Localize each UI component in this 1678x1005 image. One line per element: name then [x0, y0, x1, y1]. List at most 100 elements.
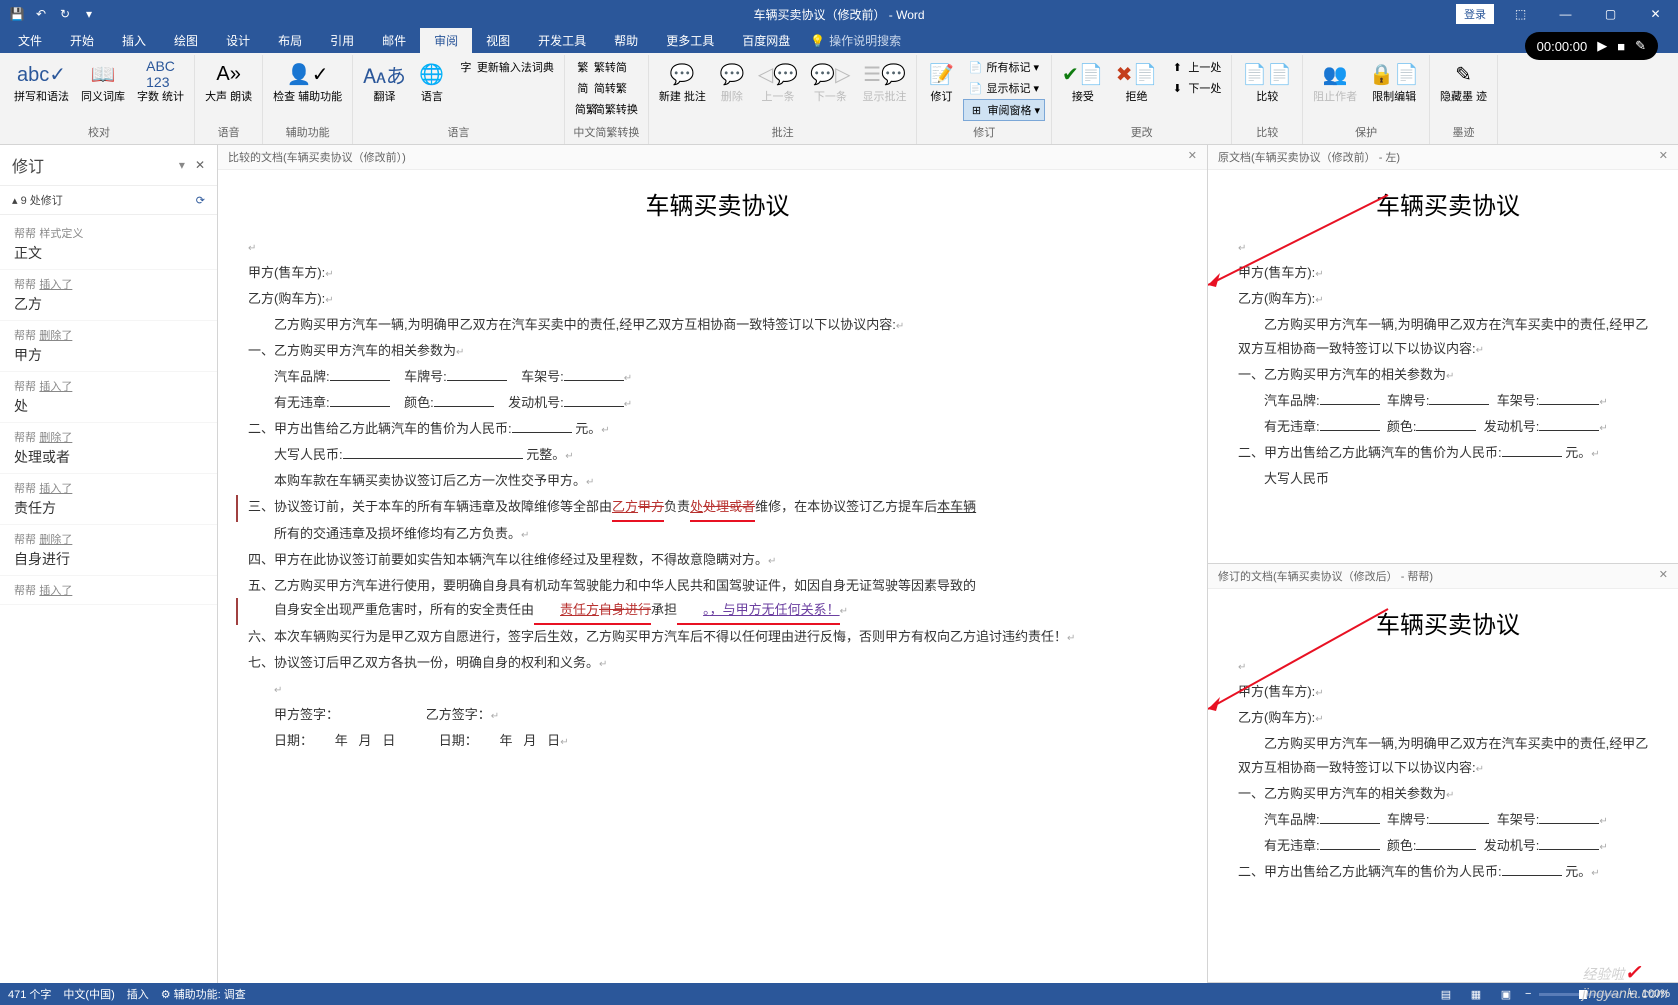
chevron-down-icon[interactable]: ▾ [179, 158, 185, 172]
compare-document-pane: 比较的文档(车辆买卖协议（修改前）) ✕ 车辆买卖协议 ↵ 甲方(售车方):↵ … [218, 145, 1208, 983]
maximize-icon[interactable]: ▢ [1588, 0, 1633, 28]
view-focus-icon[interactable]: ▤ [1435, 988, 1457, 1001]
reject-button[interactable]: ✖📄拒绝 [1112, 57, 1162, 105]
expand-icon[interactable]: ▴ [12, 195, 18, 207]
ink-icon: ✎ [1455, 59, 1472, 89]
recorder-edit-icon[interactable]: ✎ [1635, 38, 1646, 54]
compare-document-body[interactable]: 车辆买卖协议 ↵ 甲方(售车方):↵ 乙方(购车方):↵ 乙方购买甲方汽车一辆,… [218, 170, 1207, 983]
up-icon: ⬆ [1169, 61, 1185, 74]
undo-icon[interactable]: ↶ [30, 3, 52, 25]
revised-close-icon[interactable]: ✕ [1659, 568, 1668, 584]
revisions-pane: 修订 ▾ ✕ ▴ 9 处修订 ⟳ 帮帮 样式定义正文 帮帮 插入了乙方 帮帮 删… [0, 145, 218, 983]
close-icon[interactable]: ✕ [1633, 0, 1678, 28]
redo-icon[interactable]: ↻ [54, 3, 76, 25]
new-comment-button[interactable]: 💬新建 批注 [655, 57, 710, 105]
ribbon-options-icon[interactable]: ⬚ [1498, 0, 1543, 28]
display-dropdown[interactable]: 📄所有标记 ▾ [963, 57, 1045, 77]
track-changes-button[interactable]: 📝修订 [923, 57, 959, 105]
group-accessibility: 👤✓检查 辅助功能 辅助功能 [263, 55, 353, 144]
prev-comment-button[interactable]: ◁💬上一条 [754, 57, 802, 105]
tab-devtools[interactable]: 开发工具 [524, 28, 600, 53]
recorder-play-icon[interactable]: ▶ [1597, 38, 1607, 54]
accept-button[interactable]: ✔📄接受 [1058, 57, 1108, 105]
t2s-icon: 简 [575, 80, 591, 96]
tell-me-search[interactable]: 💡 操作说明搜索 [810, 28, 901, 53]
next-change-button[interactable]: ⬇下一处 [1165, 78, 1225, 98]
tab-help[interactable]: 帮助 [600, 28, 652, 53]
window-title: 车辆买卖协议（修改前） - Word [753, 6, 924, 23]
show-markup-button[interactable]: 📄显示标记 ▾ [963, 78, 1045, 98]
tab-more[interactable]: 更多工具 [652, 28, 728, 53]
block-icon: 👥 [1323, 59, 1348, 89]
restrict-editing-button[interactable]: 🔒📄限制编辑 [1365, 57, 1423, 105]
next-comment-button[interactable]: 💬▷下一条 [806, 57, 854, 105]
update-ime-button[interactable]: 字更新输入法词典 [454, 57, 558, 77]
view-print-icon[interactable]: ▦ [1465, 988, 1487, 1001]
a11y-status[interactable]: ⚙ 辅助功能: 调查 [161, 986, 246, 1002]
a11y-icon: 👤✓ [287, 59, 329, 89]
language-button[interactable]: 🌐语言 [414, 57, 450, 105]
word-count-status[interactable]: 471 个字 [8, 986, 51, 1002]
a11y-check-button[interactable]: 👤✓检查 辅助功能 [269, 57, 346, 105]
view-web-icon[interactable]: ▣ [1495, 988, 1517, 1001]
tab-mailings[interactable]: 邮件 [368, 28, 420, 53]
revised-document-body[interactable]: 车辆买卖协议 ↵ 甲方(售车方):↵ 乙方(购车方):↵ 乙方购买甲方汽车一辆,… [1208, 589, 1678, 982]
pane-close-icon[interactable]: ✕ [195, 158, 205, 172]
revision-item: 帮帮 插入了责任方 [0, 474, 217, 525]
original-document-body[interactable]: 车辆买卖协议 ↵ 甲方(售车方):↵ 乙方(购车方):↵ 乙方购买甲方汽车一辆,… [1208, 170, 1678, 563]
translate-button[interactable]: 🗛あ翻译 [359, 57, 410, 105]
ribbon-tabs: 文件 开始 插入 绘图 设计 布局 引用 邮件 审阅 视图 开发工具 帮助 更多… [0, 28, 1678, 53]
tab-view[interactable]: 视图 [472, 28, 524, 53]
speech-icon: A» [216, 59, 240, 89]
revision-item: 帮帮 删除了处理或者 [0, 423, 217, 474]
group-proofing: abc✓拼写和语法 📖同义词库 ABC123字数 统计 校对 [4, 55, 195, 144]
group-speech: A»大声 朗读 语音 [195, 55, 263, 144]
prev-change-button[interactable]: ⬆上一处 [1165, 57, 1225, 77]
login-button[interactable]: 登录 [1456, 4, 1494, 24]
tab-file[interactable]: 文件 [4, 28, 56, 53]
group-changes: ✔📄接受 ✖📄拒绝 ⬆上一处 ⬇下一处 更改 [1052, 55, 1232, 144]
minimize-icon[interactable]: — [1543, 0, 1588, 28]
doc-icon: 📄 [967, 61, 983, 74]
block-authors-button[interactable]: 👥阻止作者 [1309, 57, 1361, 105]
pane-icon: ⊞ [968, 104, 984, 117]
st-button[interactable]: 简繁简繁转换 [571, 99, 642, 119]
status-bar: 471 个字 中文(中国) 插入 ⚙ 辅助功能: 调查 ▤ ▦ ▣ − + 10… [0, 983, 1678, 1005]
down-icon: ⬇ [1169, 82, 1185, 95]
tab-references[interactable]: 引用 [316, 28, 368, 53]
tab-baidu[interactable]: 百度网盘 [728, 28, 804, 53]
thesaurus-button[interactable]: 📖同义词库 [77, 57, 129, 105]
compare-button[interactable]: 📄📄比较 [1238, 57, 1296, 105]
original-close-icon[interactable]: ✕ [1659, 149, 1668, 165]
qat-more-icon[interactable]: ▾ [78, 3, 100, 25]
revisions-list[interactable]: 帮帮 样式定义正文 帮帮 插入了乙方 帮帮 删除了甲方 帮帮 插入了处 帮帮 删… [0, 215, 217, 983]
original-header: 原文档(车辆买卖协议（修改前） - 左) [1218, 149, 1400, 165]
show-comments-button[interactable]: ☰💬显示批注 [858, 57, 910, 105]
delete-comment-button[interactable]: 💬删除 [714, 57, 750, 105]
refresh-icon[interactable]: ⟳ [196, 194, 205, 207]
recorder-stop-icon[interactable]: ■ [1617, 39, 1625, 54]
revision-item: 帮帮 删除了自身进行 [0, 525, 217, 576]
insert-mode[interactable]: 插入 [127, 986, 149, 1002]
tab-home[interactable]: 开始 [56, 28, 108, 53]
zoom-out-icon[interactable]: − [1525, 988, 1531, 1000]
reviewing-pane-button[interactable]: ⊞审阅窗格 ▾ [963, 99, 1045, 121]
tab-insert[interactable]: 插入 [108, 28, 160, 53]
save-icon[interactable]: 💾 [6, 3, 28, 25]
markup-icon: 📄 [967, 82, 983, 95]
tab-design[interactable]: 设计 [212, 28, 264, 53]
group-language: 🗛あ翻译 🌐语言 字更新输入法词典 语言 [353, 55, 565, 144]
readaloud-button[interactable]: A»大声 朗读 [201, 57, 256, 105]
track-icon: 📝 [929, 59, 954, 89]
language-status[interactable]: 中文(中国) [63, 986, 114, 1002]
wordcount-button[interactable]: ABC123字数 统计 [133, 57, 188, 105]
group-compare: 📄📄比较 比较 [1232, 55, 1303, 144]
tab-layout[interactable]: 布局 [264, 28, 316, 53]
spelling-button[interactable]: abc✓拼写和语法 [10, 57, 73, 105]
tab-review[interactable]: 审阅 [420, 28, 472, 53]
s2t-button[interactable]: 繁繁转简 [571, 57, 642, 77]
hide-ink-button[interactable]: ✎隐藏墨 迹 [1436, 57, 1491, 105]
tab-draw[interactable]: 绘图 [160, 28, 212, 53]
t2s-button[interactable]: 简简转繁 [571, 78, 642, 98]
compare-close-icon[interactable]: ✕ [1188, 149, 1197, 165]
